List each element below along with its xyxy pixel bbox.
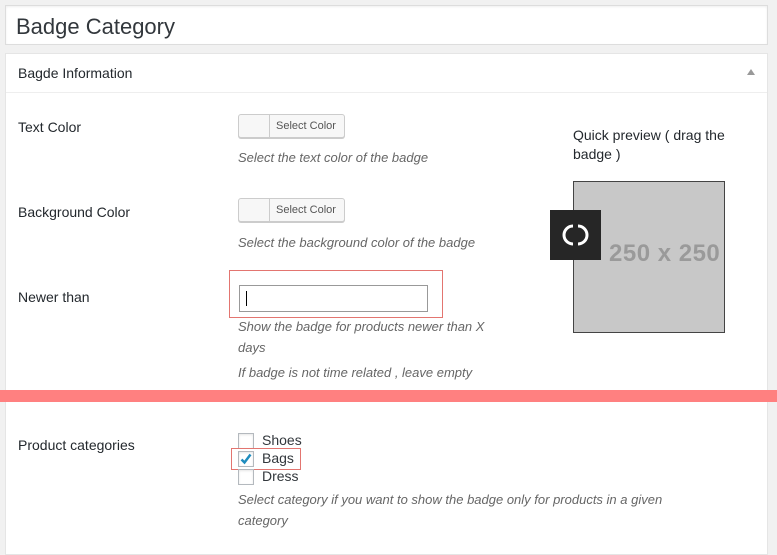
newer-than-description-line1: Show the badge for products newer than X bbox=[238, 319, 485, 334]
text-color-label: Text Color bbox=[18, 119, 82, 135]
bags-label: Bags bbox=[262, 450, 294, 466]
chanel-logo-icon bbox=[562, 224, 589, 246]
background-color-picker-button[interactable]: Select Color bbox=[238, 198, 345, 222]
background-color-description: Select the background color of the badge bbox=[238, 235, 476, 250]
text-color-swatch bbox=[239, 115, 270, 137]
dress-checkbox[interactable] bbox=[238, 469, 254, 485]
product-categories-description-line2: category bbox=[238, 513, 288, 528]
product-categories-label: Product categories bbox=[18, 437, 135, 453]
bags-checkbox[interactable] bbox=[238, 451, 254, 467]
preview-dimensions: 250 x 250 bbox=[609, 240, 721, 267]
newer-than-input[interactable] bbox=[239, 285, 428, 312]
metabox-header[interactable]: Bagde Information bbox=[6, 54, 767, 93]
background-color-button-label: Select Color bbox=[276, 204, 336, 216]
product-categories-description-line1: Select category if you want to show the … bbox=[238, 492, 663, 507]
text-color-picker-button[interactable]: Select Color bbox=[238, 114, 345, 138]
metabox-title: Bagde Information bbox=[18, 65, 133, 81]
newer-than-label: Newer than bbox=[18, 289, 90, 305]
text-caret bbox=[246, 291, 247, 306]
quick-preview-label: Quick preview ( drag the badge ) bbox=[573, 127, 725, 162]
background-color-label: Background Color bbox=[18, 204, 131, 220]
newer-than-empty-note: If badge is not time related , leave emp… bbox=[238, 365, 473, 380]
shoes-label: Shoes bbox=[262, 432, 302, 448]
draggable-badge[interactable] bbox=[550, 210, 601, 260]
check-icon bbox=[240, 453, 252, 465]
shoes-checkbox[interactable] bbox=[238, 433, 254, 449]
section-separator bbox=[0, 390, 777, 402]
text-color-description: Select the text color of the badge bbox=[238, 150, 429, 165]
page-title: Badge Category bbox=[16, 14, 175, 39]
triangle-up-icon[interactable] bbox=[747, 69, 755, 75]
background-color-swatch bbox=[239, 199, 270, 221]
dress-label: Dress bbox=[262, 468, 299, 484]
title-field[interactable]: Badge Category bbox=[5, 5, 768, 45]
text-color-button-label: Select Color bbox=[276, 120, 336, 132]
newer-than-description-line2: days bbox=[238, 340, 266, 355]
